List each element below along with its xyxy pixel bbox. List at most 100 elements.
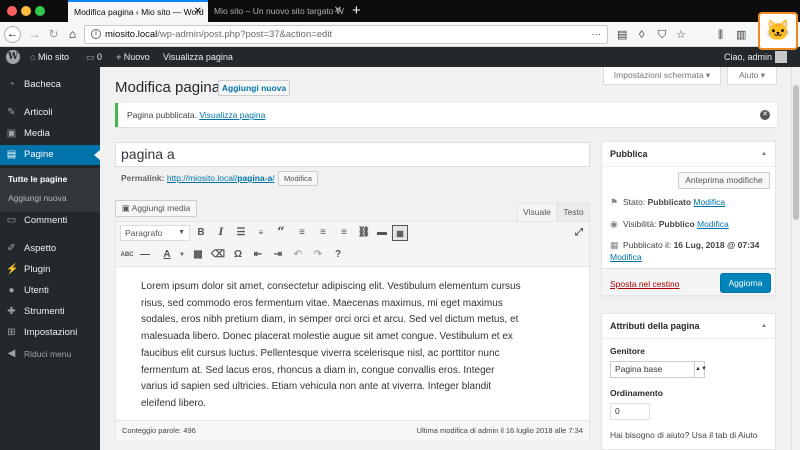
sidebar-item-strumenti[interactable]: ✚ Strumenti xyxy=(0,302,100,322)
align-right-icon[interactable]: ≡ xyxy=(336,225,352,241)
page-scrollbar[interactable] xyxy=(791,67,800,450)
preview-changes-button[interactable]: Anteprima modifiche xyxy=(678,172,770,189)
close-tab-icon[interactable]: ✕ xyxy=(194,2,202,22)
toolbar-toggle-icon[interactable]: ▦ xyxy=(392,225,408,241)
home-icon[interactable]: ⌂ xyxy=(64,26,81,43)
new-content-link[interactable]: + Nuovo xyxy=(116,47,150,67)
reload-button[interactable]: ↻ xyxy=(45,26,62,43)
parent-label: Genitore xyxy=(610,346,645,356)
keyboard-shortcuts-icon[interactable]: ? xyxy=(330,247,346,263)
permalink-edit-button[interactable]: Modifica xyxy=(278,171,318,186)
align-center-icon[interactable]: ≡ xyxy=(315,225,331,241)
tab-visual[interactable]: Visuale xyxy=(517,203,557,221)
submenu-add-new[interactable]: Aggiungi nuova xyxy=(8,193,67,203)
back-button[interactable]: ← xyxy=(4,26,21,43)
chevron-up-icon[interactable]: ▲ xyxy=(761,314,767,339)
link-icon[interactable]: ⛓ xyxy=(356,225,372,241)
site-name-link[interactable]: ⌂ Mio sito xyxy=(30,47,69,67)
chevron-up-icon[interactable]: ▲ xyxy=(761,142,767,167)
forward-button[interactable]: → xyxy=(26,26,43,43)
library-icon[interactable]: ⫼ xyxy=(718,28,723,42)
read-more-icon[interactable]: ▬ xyxy=(374,225,390,241)
sidebar-item-commenti[interactable]: ▭ Commenti xyxy=(0,211,100,231)
blockquote-icon[interactable]: “ xyxy=(273,225,289,241)
sidebar-item-pagine[interactable]: ▤ Pagine xyxy=(0,145,100,165)
sidebar-item-utenti[interactable]: ● Utenti xyxy=(0,281,100,301)
align-left-icon[interactable]: ≡ xyxy=(294,225,310,241)
tab-text[interactable]: Testo xyxy=(557,203,590,221)
sidebar-item-impostazioni[interactable]: ⊞ Impostazioni xyxy=(0,323,100,343)
text-color-icon[interactable]: A xyxy=(159,247,175,263)
minimize-window-button[interactable] xyxy=(21,6,31,16)
close-tab-icon[interactable]: ✕ xyxy=(334,0,342,22)
edit-status-link[interactable]: Modifica xyxy=(693,197,725,207)
info-icon[interactable]: i xyxy=(91,29,101,39)
dismiss-icon[interactable]: ✕ xyxy=(760,110,770,120)
comments-count: 0 xyxy=(97,52,103,62)
order-input[interactable]: 0 xyxy=(610,403,650,420)
sidebar-item-articoli[interactable]: ✎ Articoli xyxy=(0,103,100,123)
status-value: Pubblicato xyxy=(647,197,692,207)
view-page-link[interactable]: Visualizza pagina xyxy=(163,47,233,67)
help-button[interactable]: Aiuto ▾ xyxy=(727,67,777,85)
sidebar-item-media[interactable]: ▣ Media xyxy=(0,124,100,144)
attributes-box-header[interactable]: Attributi della pagina ▲ xyxy=(602,314,775,339)
sidebar-collapse[interactable]: ◀ Riduci menu xyxy=(0,344,100,364)
scrollbar-thumb[interactable] xyxy=(793,85,799,220)
close-window-button[interactable] xyxy=(7,6,17,16)
parent-select[interactable]: Pagina base ▲▼ xyxy=(610,361,707,378)
edit-visibility-link[interactable]: Modifica xyxy=(697,219,729,229)
paste-text-icon[interactable]: ▩ xyxy=(190,247,206,263)
add-new-button[interactable]: Aggiungi nuova xyxy=(218,80,290,96)
move-to-trash-link[interactable]: Sposta nel cestino xyxy=(610,279,679,289)
sidebar-item-plugin[interactable]: ⚡ Plugin xyxy=(0,260,100,280)
sidebar-toggle-icon[interactable]: ▥ xyxy=(736,28,746,42)
screen-options-button[interactable]: Impostazioni schermata ▾ xyxy=(603,67,721,85)
fullscreen-icon[interactable]: ⤢ xyxy=(571,225,587,241)
horizontal-line-icon[interactable]: — xyxy=(137,247,153,263)
outdent-icon[interactable]: ⇤ xyxy=(250,247,266,263)
publish-box-header[interactable]: Pubblica ▲ xyxy=(602,142,775,167)
last-modified: Ultima modifica di admin il 16 luglio 20… xyxy=(416,426,583,435)
italic-icon[interactable]: I xyxy=(213,225,229,241)
bold-icon[interactable]: B xyxy=(193,225,209,241)
numbered-list-icon[interactable]: ≡ xyxy=(253,225,269,241)
reader-view-icon[interactable]: ▤ xyxy=(617,28,627,42)
strikethrough-icon[interactable]: ABC xyxy=(119,247,135,263)
redo-icon[interactable]: ↷ xyxy=(310,247,326,263)
dashboard-icon: ◔ xyxy=(8,79,15,90)
sidebar-item-bacheca[interactable]: ◔ Bacheca xyxy=(0,75,100,95)
post-title-input[interactable]: pagina a xyxy=(115,142,590,167)
edit-date-link[interactable]: Modifica xyxy=(610,252,642,262)
add-media-label: Aggiungi media xyxy=(131,203,191,213)
sidebar-item-aspetto[interactable]: ✐ Aspetto xyxy=(0,239,100,259)
url-bar[interactable]: i miosito.local/wp-admin/post.php?post=3… xyxy=(84,25,608,44)
permalink-link[interactable]: http://miosito.local/pagina-a/ xyxy=(167,173,275,183)
browser-tab-active[interactable]: Modifica pagina ‹ Mio sito — Word ✕ xyxy=(68,0,208,22)
save-pocket-icon[interactable]: ⛉ xyxy=(658,28,666,42)
text-color-caret-icon[interactable]: ▼ xyxy=(174,247,190,263)
browser-tab[interactable]: Mio sito – Un nuovo sito targato W ✕ xyxy=(208,0,348,22)
bookmark-star-icon[interactable]: ☆ xyxy=(676,28,686,42)
indent-icon[interactable]: ⇥ xyxy=(270,247,286,263)
order-label: Ordinamento xyxy=(610,388,663,398)
undo-icon[interactable]: ↶ xyxy=(290,247,306,263)
maximize-window-button[interactable] xyxy=(35,6,45,16)
comments-link[interactable]: ▭ 0 xyxy=(86,47,102,67)
format-select[interactable]: Paragrafo ▼ xyxy=(120,225,190,241)
page-actions-icon[interactable]: ··· xyxy=(592,26,602,43)
clear-formatting-icon[interactable]: ⌫ xyxy=(210,247,226,263)
pocket-icon[interactable]: ◊ xyxy=(639,28,644,42)
add-media-button[interactable]: ▣ Aggiungi media xyxy=(115,200,197,217)
wordpress-logo-icon[interactable]: W xyxy=(6,47,20,67)
view-page-link[interactable]: Visualizza pagina xyxy=(199,110,265,120)
my-account-link[interactable]: Ciao, admin xyxy=(724,47,788,67)
new-tab-button[interactable]: + xyxy=(352,0,361,22)
editor-content[interactable]: Lorem ipsum dolor sit amet, consectetur … xyxy=(141,279,521,413)
pages-icon: ▤ xyxy=(6,149,17,160)
bullet-list-icon[interactable]: ☰ xyxy=(233,225,249,241)
submenu-all-pages[interactable]: Tutte le pagine xyxy=(8,174,67,184)
special-character-icon[interactable]: Ω xyxy=(230,247,246,263)
update-button[interactable]: Aggiorna xyxy=(720,273,771,293)
permalink-base: http://miosito.local/ xyxy=(166,173,238,183)
